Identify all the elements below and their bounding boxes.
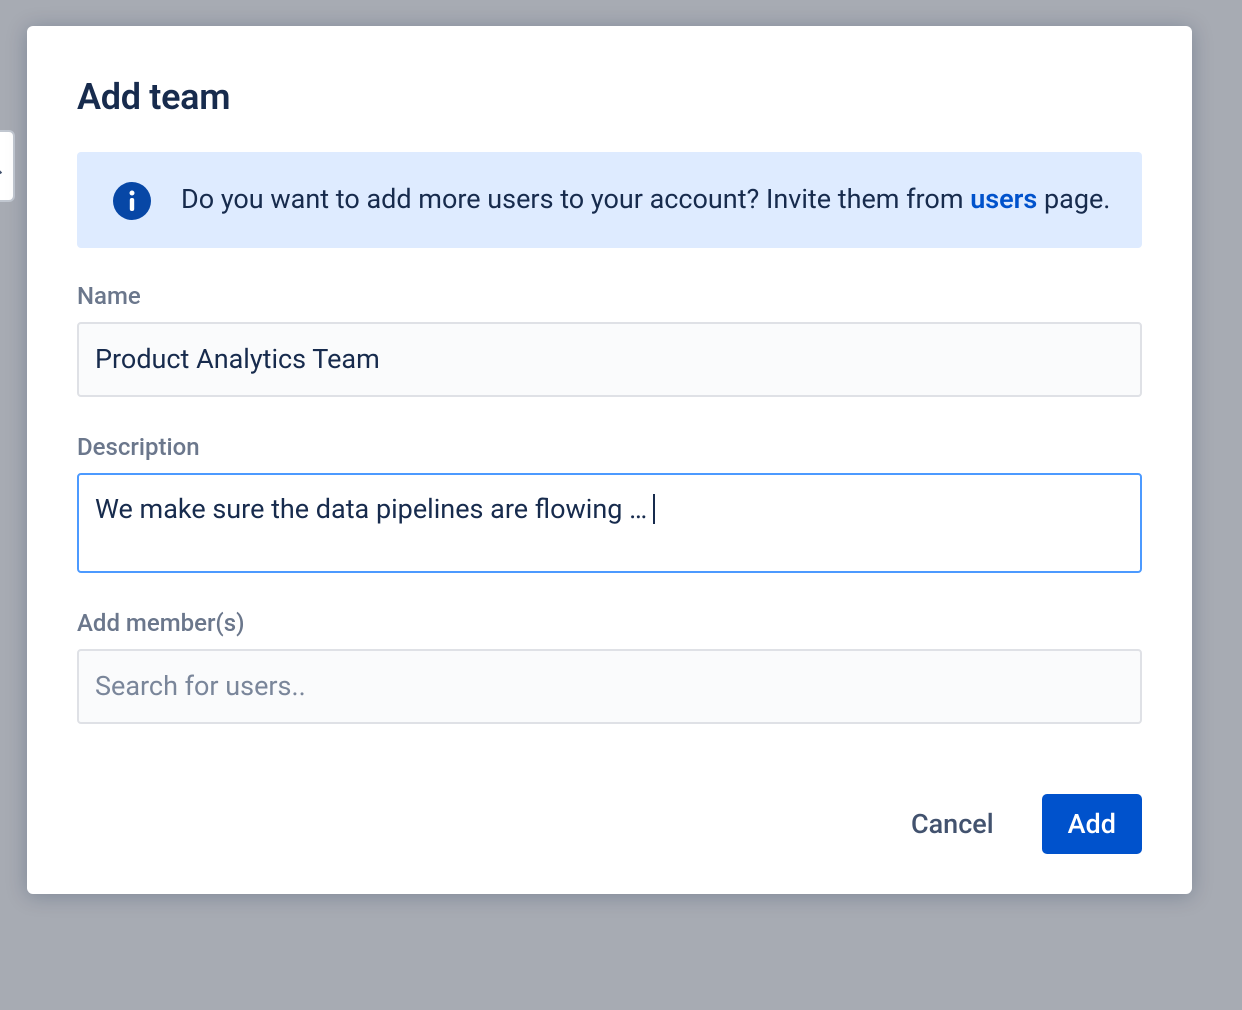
add-team-modal: Add team Do you want to add more users t… — [27, 26, 1192, 894]
description-label: Description — [77, 433, 1142, 461]
search-icon — [0, 155, 5, 177]
add-button[interactable]: Add — [1042, 794, 1142, 854]
text-caret — [653, 494, 655, 524]
background-search-box — [0, 130, 15, 202]
members-search-input[interactable] — [77, 649, 1142, 724]
members-label: Add member(s) — [77, 609, 1142, 637]
modal-title: Add team — [77, 76, 1142, 118]
info-banner: Do you want to add more users to your ac… — [77, 152, 1142, 248]
members-field-group: Add member(s) — [77, 609, 1142, 724]
description-field-group: Description We make sure the data pipeli… — [77, 433, 1142, 573]
info-icon-wrap — [113, 180, 151, 220]
users-link[interactable]: users — [970, 183, 1037, 215]
info-text-after: page. — [1037, 183, 1110, 215]
name-input[interactable] — [77, 322, 1142, 397]
button-row: Cancel Add — [77, 794, 1142, 854]
name-label: Name — [77, 282, 1142, 310]
cancel-button[interactable]: Cancel — [885, 794, 1020, 854]
info-text-before: Do you want to add more users to your ac… — [181, 183, 970, 215]
name-field-group: Name — [77, 282, 1142, 397]
info-text: Do you want to add more users to your ac… — [181, 180, 1110, 219]
info-icon — [113, 182, 151, 220]
description-input[interactable]: We make sure the data pipelines are flow… — [77, 473, 1142, 573]
description-value: We make sure the data pipelines are flow… — [95, 493, 647, 525]
